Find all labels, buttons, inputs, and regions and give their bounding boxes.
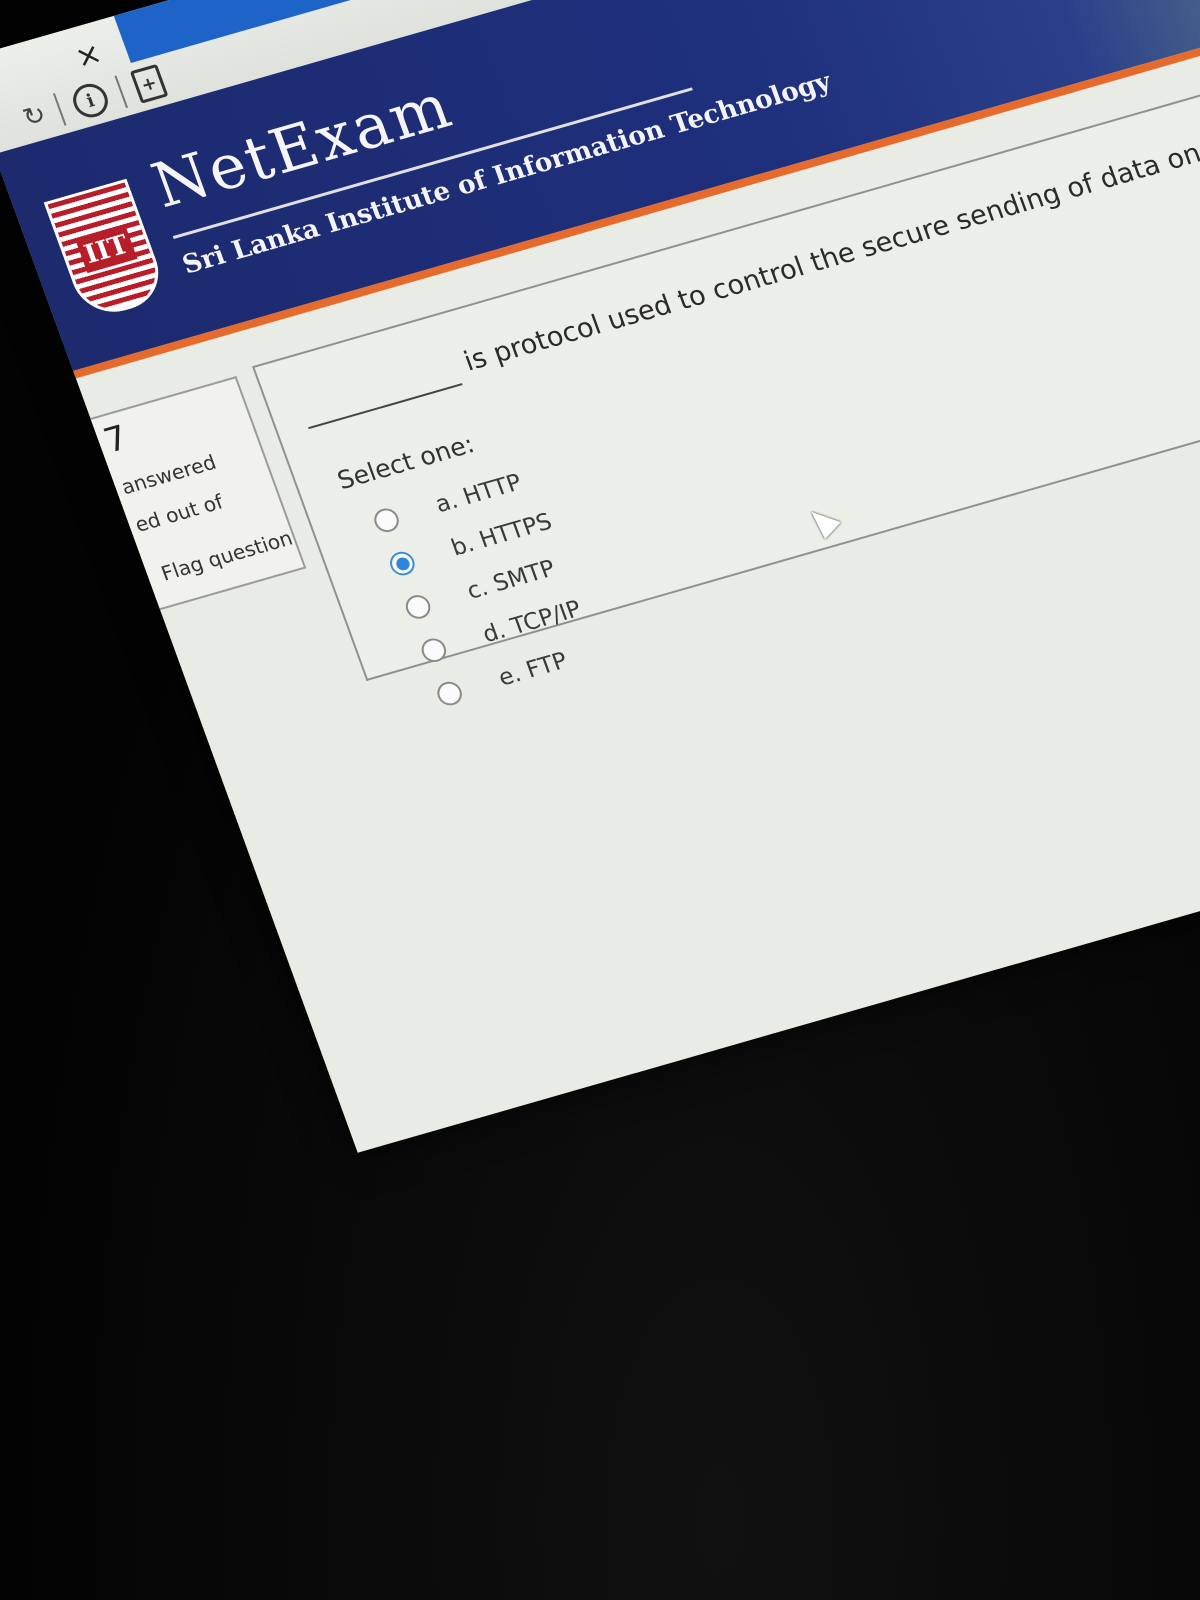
toolbar-separator	[114, 75, 128, 109]
radio-button[interactable]	[418, 635, 450, 665]
site-info-icon[interactable]: i	[68, 79, 113, 122]
answer-options: a. HTTP b. HTTPS c. SMTP d. TCP/IP e. FT…	[367, 456, 606, 719]
toolbar-separator	[52, 93, 67, 126]
institute-logo: IIT	[43, 178, 170, 322]
photo-background: × ↻ i + IIT NetExam Sri Lanka Institute …	[0, 0, 1200, 1600]
close-tab-icon[interactable]: ×	[71, 36, 107, 76]
radio-button-selected[interactable]	[386, 548, 418, 579]
monitor-screen: × ↻ i + IIT NetExam Sri Lanka Institute …	[0, 0, 1200, 1153]
marks-text: ed out of	[131, 489, 227, 537]
refresh-icon[interactable]: ↻	[19, 99, 50, 133]
logo-text: IIT	[75, 226, 138, 274]
page-add-icon[interactable]: +	[129, 63, 169, 104]
radio-button[interactable]	[433, 678, 466, 709]
question-number: 7	[98, 417, 134, 462]
radio-button[interactable]	[402, 592, 434, 622]
answer-status: answered	[117, 449, 220, 500]
radio-button[interactable]	[370, 505, 403, 535]
option-label: e. FTP	[495, 647, 571, 692]
mouse-cursor-icon	[803, 503, 841, 540]
flag-question-link[interactable]: Flag question	[158, 526, 296, 586]
answer-blank	[308, 383, 463, 430]
